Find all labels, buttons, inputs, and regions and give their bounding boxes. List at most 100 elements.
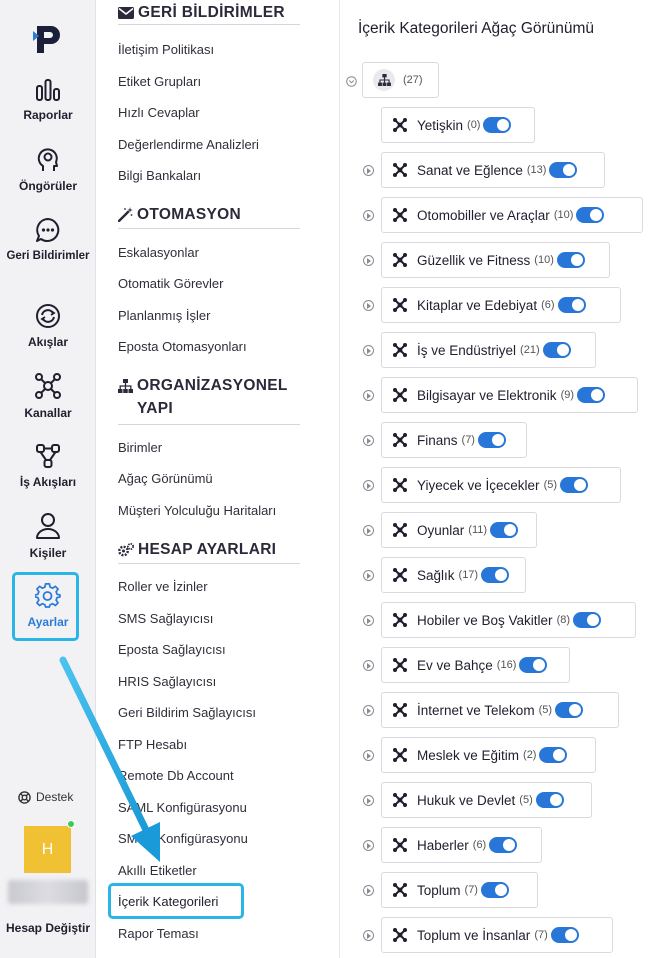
- category-icon: [392, 117, 408, 133]
- enabled-toggle[interactable]: [480, 882, 509, 898]
- tree-node[interactable]: Sanat ve Eğlence (13): [381, 152, 605, 188]
- collapse-icon[interactable]: [346, 76, 357, 87]
- section-title-automation: OTOMASYON: [118, 203, 241, 226]
- tree-node[interactable]: Sağlık (17): [381, 557, 526, 593]
- tree-node[interactable]: Finans (7): [381, 422, 527, 458]
- expand-icon[interactable]: [363, 480, 374, 491]
- expand-icon[interactable]: [363, 210, 374, 221]
- menu-item[interactable]: Eskalasyonlar: [118, 245, 199, 260]
- enabled-toggle[interactable]: [542, 342, 571, 358]
- support-link[interactable]: Destek: [18, 790, 73, 804]
- expand-icon[interactable]: [363, 435, 374, 446]
- tree-node[interactable]: Haberler (6): [381, 827, 542, 863]
- rail-item-reports[interactable]: Raporlar: [0, 78, 96, 122]
- tree-node[interactable]: Yiyecek ve İçecekler (5): [381, 467, 621, 503]
- expand-icon[interactable]: [363, 615, 374, 626]
- menu-item[interactable]: İletişim Politikası: [118, 42, 214, 57]
- menu-item[interactable]: SMTP Konfigürasyonu: [118, 831, 248, 846]
- expand-icon[interactable]: [363, 795, 374, 806]
- category-icon: [392, 432, 408, 448]
- tree-node[interactable]: Kitaplar ve Edebiyat (6): [381, 287, 621, 323]
- expand-icon[interactable]: [363, 255, 374, 266]
- rail-item-channels[interactable]: Kanallar: [0, 372, 96, 420]
- enabled-toggle[interactable]: [519, 657, 548, 673]
- menu-item[interactable]: HRIS Sağlayıcısı: [118, 674, 216, 689]
- menu-item[interactable]: Roller ve İzinler: [118, 579, 208, 594]
- enabled-toggle[interactable]: [556, 252, 585, 268]
- menu-item[interactable]: FTP Hesabı: [118, 737, 187, 752]
- enabled-toggle[interactable]: [483, 117, 512, 133]
- menu-item[interactable]: SAML Konfigürasyonu: [118, 800, 247, 815]
- enabled-toggle[interactable]: [549, 162, 578, 178]
- expand-icon[interactable]: [363, 885, 374, 896]
- menu-item[interactable]: Hızlı Cevaplar: [118, 105, 200, 120]
- expand-icon[interactable]: [363, 705, 374, 716]
- enabled-toggle[interactable]: [560, 477, 589, 493]
- expand-icon[interactable]: [363, 660, 374, 671]
- rail-item-feedback[interactable]: Geri Bildirimler: [0, 217, 96, 263]
- tree-node[interactable]: Hukuk ve Devlet (5): [381, 782, 592, 818]
- menu-item[interactable]: Ağaç Görünümü: [118, 471, 213, 486]
- tree-node[interactable]: Meslek ve Eğitim (2): [381, 737, 596, 773]
- menu-item[interactable]: Değerlendirme Analizleri: [118, 137, 259, 152]
- menu-item[interactable]: Planlanmış İşler: [118, 308, 210, 323]
- expand-icon[interactable]: [363, 570, 374, 581]
- avatar[interactable]: H: [24, 826, 71, 873]
- enabled-toggle[interactable]: [557, 297, 586, 313]
- expand-icon[interactable]: [363, 525, 374, 536]
- enabled-toggle[interactable]: [573, 612, 602, 628]
- menu-item[interactable]: Bilgi Bankaları: [118, 168, 201, 183]
- expand-icon[interactable]: [363, 840, 374, 851]
- menu-item[interactable]: Otomatik Görevler: [118, 276, 223, 291]
- tree-node[interactable]: Güzellik ve Fitness (10): [381, 242, 610, 278]
- tree-node[interactable]: Yetişkin (0): [381, 107, 535, 143]
- tree-node[interactable]: Otomobiller ve Araçlar (10): [381, 197, 643, 233]
- switch-account-button[interactable]: Hesap Değiştir: [0, 921, 96, 936]
- enabled-toggle[interactable]: [550, 927, 579, 943]
- enabled-toggle[interactable]: [481, 567, 510, 583]
- menu-item[interactable]: Geri Bildirim Sağlayıcısı: [118, 705, 256, 720]
- enabled-toggle[interactable]: [539, 747, 568, 763]
- expand-icon[interactable]: [363, 165, 374, 176]
- enabled-toggle[interactable]: [577, 387, 606, 403]
- enabled-toggle[interactable]: [535, 792, 564, 808]
- enabled-toggle[interactable]: [490, 522, 519, 538]
- tree-node[interactable]: Toplum (7): [381, 872, 538, 908]
- enabled-toggle[interactable]: [555, 702, 584, 718]
- expand-icon[interactable]: [363, 345, 374, 356]
- tree-node[interactable]: Bilgisayar ve Elektronik (9): [381, 377, 638, 413]
- tree-node[interactable]: Hobiler ve Boş Vakitler (8): [381, 602, 636, 638]
- expand-icon[interactable]: [363, 390, 374, 401]
- menu-item[interactable]: Eposta Otomasyonları: [118, 339, 247, 354]
- enabled-toggle[interactable]: [489, 837, 518, 853]
- tree-node[interactable]: İnternet ve Telekom (5): [381, 692, 619, 728]
- expand-icon[interactable]: [363, 930, 374, 941]
- tree-node-label: Hobiler ve Boş Vakitler: [417, 612, 553, 628]
- expand-icon[interactable]: [363, 750, 374, 761]
- tree-node-label: Sağlık: [417, 567, 455, 583]
- menu-item[interactable]: Remote Db Account: [118, 768, 234, 783]
- menu-item[interactable]: Etiket Grupları: [118, 74, 201, 89]
- section-divider: [118, 24, 300, 25]
- logo-icon[interactable]: [31, 22, 65, 56]
- enabled-toggle[interactable]: [576, 207, 605, 223]
- menu-item[interactable]: SMS Sağlayıcısı: [118, 611, 213, 626]
- tree-node[interactable]: Ev ve Bahçe (16): [381, 647, 570, 683]
- tree-node[interactable]: İş ve Endüstriyel (21): [381, 332, 596, 368]
- category-icon: [392, 567, 408, 583]
- expand-icon[interactable]: [363, 300, 374, 311]
- menu-item[interactable]: Eposta Sağlayıcısı: [118, 642, 226, 657]
- rail-item-insights[interactable]: Öngörüler: [0, 147, 96, 193]
- rail-item-flows[interactable]: Akışlar: [0, 303, 96, 349]
- menu-item[interactable]: Rapor Teması: [118, 926, 199, 941]
- tree-node[interactable]: Oyunlar (11): [381, 512, 537, 548]
- menu-item[interactable]: Birimler: [118, 440, 162, 455]
- tree-node[interactable]: Toplum ve İnsanlar (7): [381, 917, 613, 953]
- tree-root-node[interactable]: (27): [362, 62, 439, 98]
- menu-item[interactable]: Müşteri Yolculuğu Haritaları: [118, 503, 276, 518]
- rail-item-people[interactable]: Kişiler: [0, 512, 96, 560]
- enabled-toggle[interactable]: [477, 432, 506, 448]
- rail-item-workflows[interactable]: İş Akışları: [0, 443, 96, 489]
- workflow-icon: [36, 444, 60, 468]
- menu-item[interactable]: Akıllı Etiketler: [118, 863, 197, 878]
